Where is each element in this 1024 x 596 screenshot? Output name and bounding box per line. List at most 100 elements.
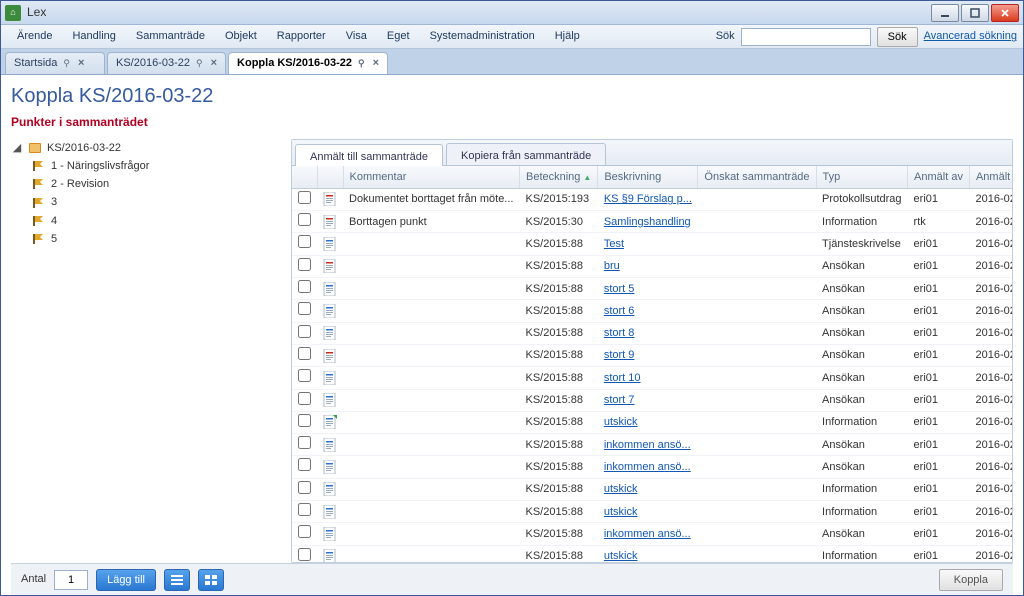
col-checkbox[interactable] — [292, 166, 317, 189]
beskrivning-link[interactable]: utskick — [604, 550, 638, 562]
koppla-button[interactable]: Koppla — [939, 569, 1003, 591]
row-checkbox[interactable] — [298, 302, 311, 315]
col-beteckning[interactable]: Beteckning▲ — [519, 166, 597, 189]
beskrivning-link[interactable]: stort 8 — [604, 327, 635, 339]
beskrivning-link[interactable]: bru — [604, 260, 620, 272]
table-row[interactable]: KS/2015:88utskickInformationeri012016-02… — [292, 501, 1012, 523]
beskrivning-link[interactable]: utskick — [604, 483, 638, 495]
row-checkbox[interactable] — [298, 191, 311, 204]
tab-close-icon[interactable]: × — [211, 56, 217, 70]
table-row[interactable]: KS/2015:88TestTjänsteskrivelseeri012016-… — [292, 233, 1012, 255]
row-checkbox[interactable] — [298, 503, 311, 516]
beskrivning-link[interactable]: Samlingshandling — [604, 216, 691, 228]
antal-input[interactable] — [54, 570, 88, 590]
beskrivning-link[interactable]: inkommen ansö... — [604, 439, 691, 451]
row-checkbox[interactable] — [298, 258, 311, 271]
beskrivning-link[interactable]: inkommen ansö... — [604, 528, 691, 540]
table-row[interactable]: KS/2015:88bruAnsökaneri012016-02-29 — [292, 255, 1012, 277]
tree-root[interactable]: ◢ KS/2016-03-22 — [11, 139, 281, 157]
row-checkbox[interactable] — [298, 369, 311, 382]
beskrivning-link[interactable]: stort 5 — [604, 283, 635, 295]
row-checkbox[interactable] — [298, 347, 311, 360]
tree-item[interactable]: 4 — [11, 212, 281, 230]
beskrivning-link[interactable]: stort 6 — [604, 305, 635, 317]
row-checkbox[interactable] — [298, 235, 311, 248]
row-checkbox[interactable] — [298, 280, 311, 293]
table-row[interactable]: KS/2015:88stort 7Ansökaneri012016-02-29 — [292, 389, 1012, 411]
row-checkbox[interactable] — [298, 525, 311, 538]
close-button[interactable] — [991, 4, 1019, 22]
col-anmalt-av[interactable]: Anmält av — [908, 166, 970, 189]
tab-close-icon[interactable]: × — [78, 56, 84, 70]
list-view-button[interactable] — [164, 569, 190, 591]
table-row[interactable]: KS/2015:88stort 10Ansökaneri012016-02-29 — [292, 367, 1012, 389]
add-button[interactable]: Lägg till — [96, 569, 156, 591]
col-kommentar[interactable]: Kommentar — [343, 166, 519, 189]
beskrivning-link[interactable]: utskick — [604, 506, 638, 518]
row-checkbox[interactable] — [298, 481, 311, 494]
cell-kommentar — [343, 478, 519, 500]
cell-kommentar — [343, 523, 519, 545]
table-row[interactable]: KS/2015:88utskickInformationeri012016-02… — [292, 478, 1012, 500]
table-row[interactable]: KS/2015:88inkommen ansö...Ansökaneri0120… — [292, 456, 1012, 478]
menu-eget[interactable]: Eget — [377, 26, 420, 46]
row-checkbox[interactable] — [298, 414, 311, 427]
table-row[interactable]: KS/2015:88inkommen ansö...Ansökaneri0120… — [292, 523, 1012, 545]
subtab-1[interactable]: Kopiera från sammanträde — [446, 143, 606, 165]
beskrivning-link[interactable]: utskick — [604, 416, 638, 428]
beskrivning-link[interactable]: KS §9 Förslag p... — [604, 193, 692, 205]
row-checkbox[interactable] — [298, 458, 311, 471]
menu-rapporter[interactable]: Rapporter — [267, 26, 336, 46]
row-checkbox[interactable] — [298, 325, 311, 338]
menu-help[interactable]: Hjälp — [545, 26, 590, 46]
cell-anmalt-av: rtk — [908, 211, 970, 233]
search-button[interactable]: Sök — [877, 27, 918, 47]
beskrivning-link[interactable]: stort 10 — [604, 372, 641, 384]
tree-item[interactable]: 2 - Revision — [11, 175, 281, 193]
table-row[interactable]: Borttagen punktKS/2015:30Samlingshandlin… — [292, 211, 1012, 233]
beskrivning-link[interactable]: inkommen ansö... — [604, 461, 691, 473]
tab-0[interactable]: Startsida⚲× — [5, 52, 105, 74]
subtab-0[interactable]: Anmält till sammanträde — [295, 144, 443, 166]
row-checkbox[interactable] — [298, 436, 311, 449]
menu-systemadmin[interactable]: Systemadministration — [420, 26, 545, 46]
minimize-button[interactable] — [931, 4, 959, 22]
tree-item[interactable]: 3 — [11, 193, 281, 211]
advanced-search-link[interactable]: Avancerad sökning — [924, 29, 1017, 43]
table-row[interactable]: KS/2015:88stort 6Ansökaneri012016-02-29 — [292, 300, 1012, 322]
menu-arende[interactable]: Ärende — [7, 26, 62, 46]
menu-handling[interactable]: Handling — [62, 26, 125, 46]
grid-view-button[interactable] — [198, 569, 224, 591]
tab-close-icon[interactable]: × — [373, 56, 379, 70]
search-input[interactable] — [741, 28, 871, 46]
tab-1[interactable]: KS/2016-03-22⚲× — [107, 52, 226, 74]
table-row[interactable]: KS/2015:88utskickInformationeri012016-02… — [292, 411, 1012, 433]
beskrivning-link[interactable]: stort 7 — [604, 394, 635, 406]
menu-sammantrde[interactable]: Sammanträde — [126, 26, 215, 46]
col-typ[interactable]: Typ — [816, 166, 908, 189]
cell-onskat — [698, 367, 816, 389]
tree-item[interactable]: 5 — [11, 230, 281, 248]
col-anmalt[interactable]: Anmält — [969, 166, 1012, 189]
menu-visa[interactable]: Visa — [336, 26, 377, 46]
row-checkbox[interactable] — [298, 392, 311, 405]
tab-2[interactable]: Koppla KS/2016-03-22⚲× — [228, 52, 388, 74]
col-beskrivning[interactable]: Beskrivning — [598, 166, 698, 189]
table-row[interactable]: KS/2015:88stort 9Ansökaneri012016-02-29 — [292, 344, 1012, 366]
tree-collapse-icon[interactable]: ◢ — [11, 141, 23, 155]
col-onskat[interactable]: Önskat sammanträde — [698, 166, 816, 189]
row-checkbox[interactable] — [298, 548, 311, 561]
col-icon[interactable] — [317, 166, 343, 189]
menu-objekt[interactable]: Objekt — [215, 26, 267, 46]
table-row[interactable]: KS/2015:88inkommen ansö...Ansökaneri0120… — [292, 434, 1012, 456]
row-checkbox[interactable] — [298, 213, 311, 226]
beskrivning-link[interactable]: Test — [604, 238, 624, 250]
table-row[interactable]: KS/2015:88stort 5Ansökaneri012016-02-29 — [292, 278, 1012, 300]
table-row[interactable]: KS/2015:88stort 8Ansökaneri012016-02-29 — [292, 322, 1012, 344]
maximize-button[interactable] — [961, 4, 989, 22]
table-row[interactable]: Dokumentet borttaget från möte...KS/2015… — [292, 188, 1012, 210]
content-area: Koppla KS/2016-03-22 Punkter i sammanträ… — [1, 75, 1023, 595]
beskrivning-link[interactable]: stort 9 — [604, 349, 635, 361]
tree-item[interactable]: 1 - Näringslivsfrågor — [11, 157, 281, 175]
table-row[interactable]: KS/2015:88utskickInformationeri012016-02… — [292, 545, 1012, 562]
